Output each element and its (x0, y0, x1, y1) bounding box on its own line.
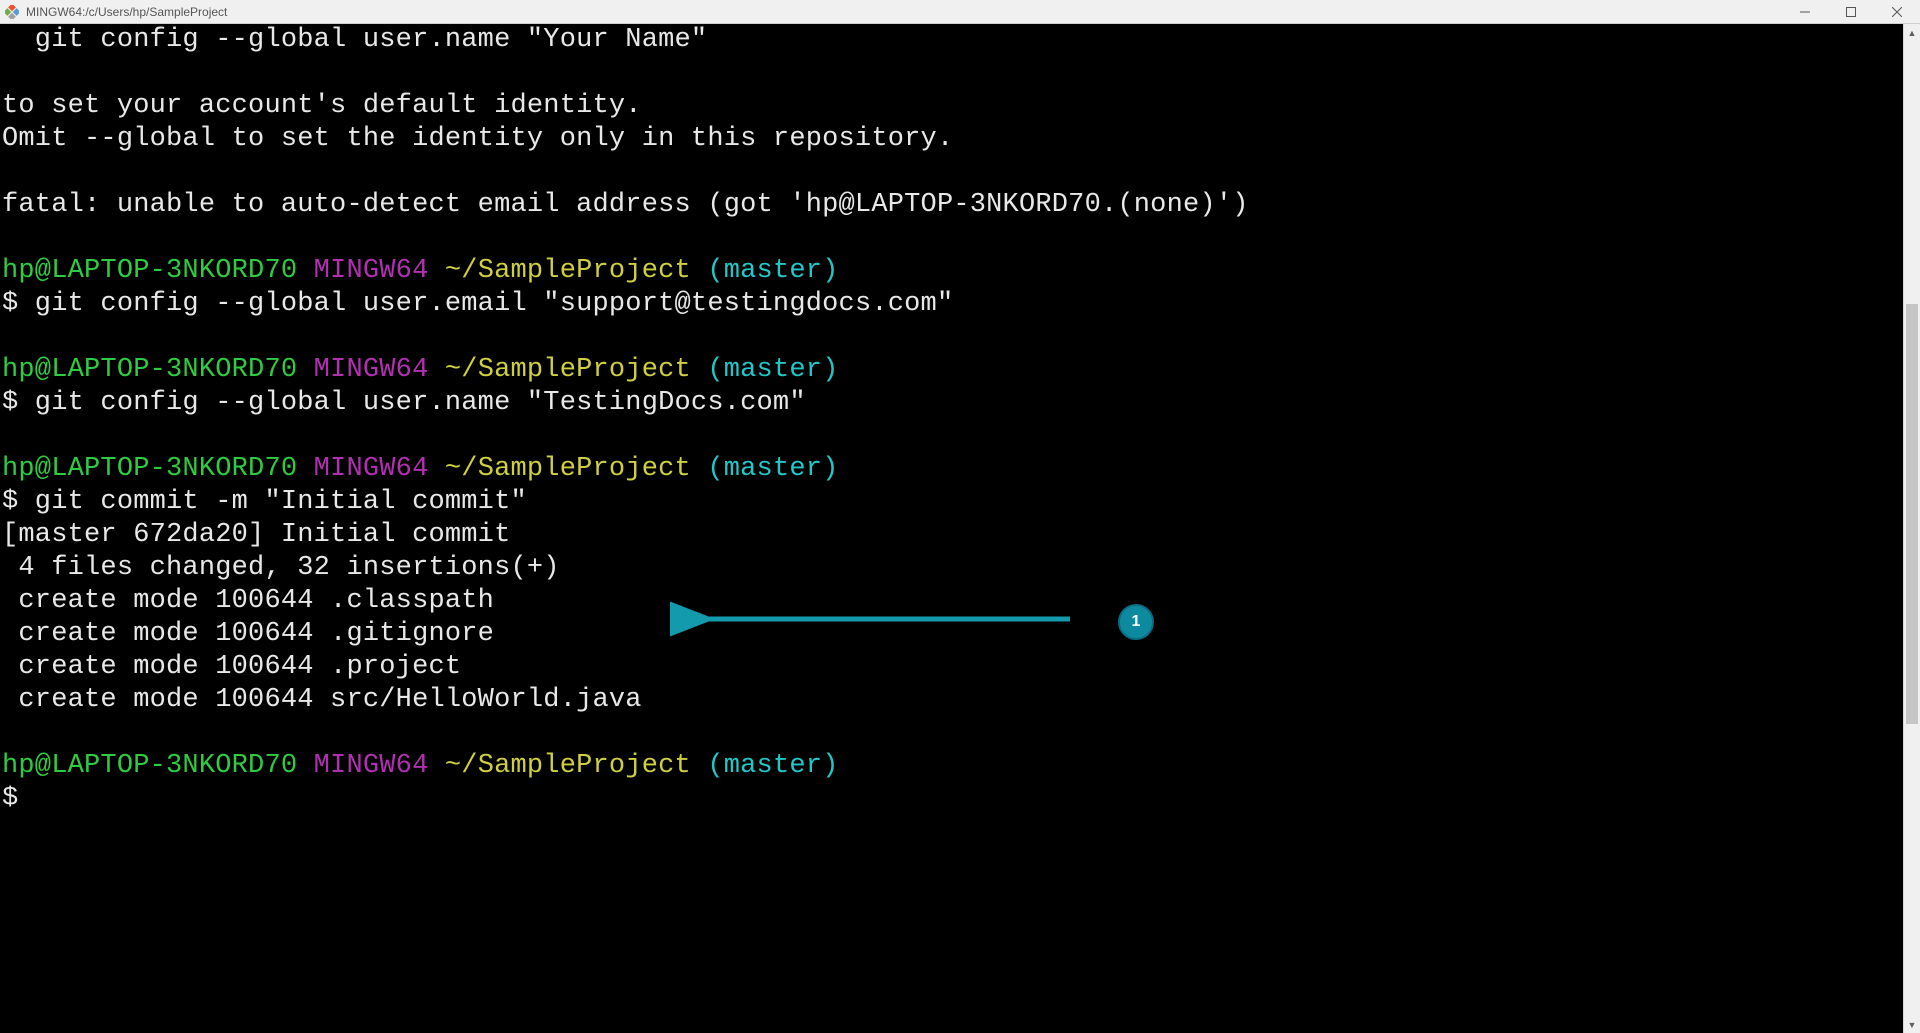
prompt-path: ~/SampleProject (445, 355, 691, 385)
minimize-button[interactable] (1782, 0, 1828, 24)
terminal-line: to set your account's default identity. (2, 91, 642, 121)
prompt-env: MINGW64 (314, 454, 429, 484)
terminal-line: git config --global user.name "Your Name… (2, 25, 707, 55)
prompt-user-host: hp@LAPTOP-3NKORD70 (2, 454, 297, 484)
terminal-line: fatal: unable to auto-detect email addre… (2, 190, 1249, 220)
prompt-path: ~/SampleProject (445, 256, 691, 286)
maximize-button[interactable] (1828, 0, 1874, 24)
terminal-output: [master 672da20] Initial commit (2, 520, 510, 550)
prompt-env: MINGW64 (314, 751, 429, 781)
prompt-path: ~/SampleProject (445, 454, 691, 484)
window-titlebar: MINGW64:/c/Users/hp/SampleProject (0, 0, 1920, 24)
prompt-branch: (master) (707, 256, 838, 286)
close-button[interactable] (1874, 0, 1920, 24)
terminal-command: git commit -m "Initial commit" (18, 487, 526, 517)
prompt-path: ~/SampleProject (445, 751, 691, 781)
terminal-output: create mode 100644 .project (2, 652, 461, 682)
prompt-user-host: hp@LAPTOP-3NKORD70 (2, 256, 297, 286)
annotation-number: 1 (1132, 613, 1141, 631)
terminal-command: git config --global user.email "support@… (18, 289, 953, 319)
terminal-container: git config --global user.name "Your Name… (0, 24, 1920, 1033)
scroll-thumb[interactable] (1906, 304, 1918, 724)
prompt-symbol: $ (2, 289, 18, 319)
terminal-output: 4 files changed, 32 insertions(+) (2, 553, 560, 583)
git-bash-icon (4, 4, 20, 20)
prompt-env: MINGW64 (314, 256, 429, 286)
prompt-branch: (master) (707, 454, 838, 484)
terminal-command: git config --global user.name "TestingDo… (18, 388, 805, 418)
prompt-user-host: hp@LAPTOP-3NKORD70 (2, 355, 297, 385)
prompt-symbol: $ (2, 487, 18, 517)
window-controls (1782, 0, 1920, 24)
annotation-badge: 1 (1118, 604, 1154, 640)
window-title: MINGW64:/c/Users/hp/SampleProject (26, 5, 227, 19)
vertical-scrollbar[interactable]: ▲ ▼ (1903, 24, 1920, 1033)
terminal-line: Omit --global to set the identity only i… (2, 124, 953, 154)
terminal-output: create mode 100644 .classpath (2, 586, 494, 616)
prompt-branch: (master) (707, 751, 838, 781)
terminal-output: create mode 100644 .gitignore (2, 619, 494, 649)
prompt-env: MINGW64 (314, 355, 429, 385)
terminal-output: create mode 100644 src/HelloWorld.java (2, 685, 642, 715)
scroll-down-icon[interactable]: ▼ (1904, 1016, 1920, 1033)
prompt-symbol: $ (2, 784, 18, 814)
prompt-user-host: hp@LAPTOP-3NKORD70 (2, 751, 297, 781)
scroll-up-icon[interactable]: ▲ (1904, 24, 1920, 41)
terminal[interactable]: git config --global user.name "Your Name… (0, 24, 1903, 1033)
prompt-symbol: $ (2, 388, 18, 418)
prompt-branch: (master) (707, 355, 838, 385)
